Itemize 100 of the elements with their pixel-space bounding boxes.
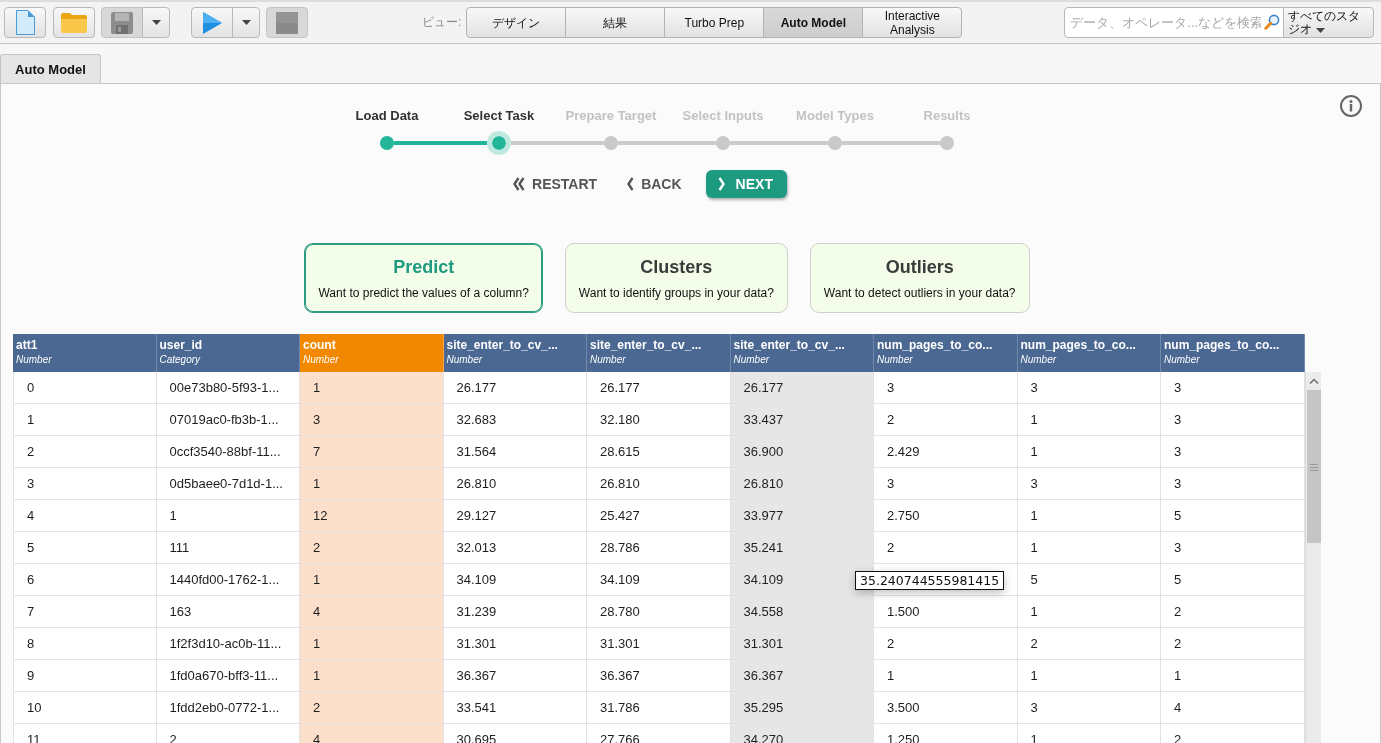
table-cell: 2	[874, 628, 1018, 660]
column-name: att1	[16, 337, 38, 353]
step-label: Select Inputs	[681, 107, 765, 125]
view-tab[interactable]: 結果	[565, 7, 666, 38]
step-label: Load Data	[354, 107, 420, 125]
table-cell: 1440fd00-1762-1...	[156, 564, 300, 596]
step-dot-icon[interactable]	[716, 136, 730, 150]
table-cell: 26.177	[730, 372, 874, 404]
table-cell: 36.367	[587, 660, 731, 692]
table-cell: 2.429	[874, 436, 1018, 468]
task-description: Want to identify groups in your data?	[578, 285, 774, 301]
column-header[interactable]: num_pages_to_co... Number	[874, 334, 1018, 372]
column-type: Number	[1020, 353, 1057, 366]
task-title: Clusters	[640, 255, 713, 278]
table-cell: 33.541	[443, 692, 587, 724]
info-icon[interactable]	[1340, 95, 1362, 117]
scrollbar[interactable]	[1305, 372, 1321, 743]
table-cell: 35.295	[730, 692, 874, 724]
step-dot-icon[interactable]	[828, 136, 842, 150]
column-header[interactable]: site_enter_to_cv_... Number	[730, 334, 874, 372]
table-cell: 4	[1161, 692, 1305, 724]
document-icon	[15, 10, 35, 35]
table-cell: 1.500	[874, 596, 1018, 628]
task-card[interactable]: Predict Want to predict the values of a column?	[304, 243, 543, 313]
table-cell: 31.239	[443, 596, 587, 628]
task-description: Want to detect outliers in your data?	[823, 285, 1016, 301]
column-type: Number	[877, 353, 913, 366]
table-cell: 1	[300, 372, 444, 404]
step-dot-icon[interactable]	[940, 136, 954, 150]
table-cell: 00e73b80-5f93-1...	[156, 372, 300, 404]
caret-icon	[151, 20, 161, 25]
column-name: site_enter_to_cv_...	[733, 337, 845, 353]
table-cell: 34.109	[443, 564, 587, 596]
step-dot-icon[interactable]	[380, 136, 394, 150]
column-name: site_enter_to_cv_...	[590, 337, 702, 353]
view-tab[interactable]: Interactive Analysis	[862, 7, 963, 38]
column-type: Category	[159, 353, 201, 366]
column-header[interactable]: site_enter_to_cv_... Number	[443, 334, 587, 372]
scrollbar-thumb[interactable]	[1306, 390, 1321, 543]
table-cell: 3	[1161, 372, 1305, 404]
table-cell: 33.437	[730, 404, 874, 436]
table-cell: 2	[1017, 628, 1161, 660]
view-tab[interactable]: Auto Model	[763, 7, 864, 38]
column-type: Number	[590, 353, 626, 366]
step-dot-icon[interactable]	[487, 131, 511, 155]
table-cell: 5	[1161, 500, 1305, 532]
task-title: Predict	[393, 255, 455, 278]
table-cell: 26.177	[443, 372, 587, 404]
column-header[interactable]: att1 Number	[13, 334, 157, 372]
chevron-up-icon[interactable]	[1308, 378, 1319, 384]
table-cell: 2	[874, 532, 1018, 564]
table-cell: 1	[1017, 500, 1161, 532]
new-button[interactable]	[4, 7, 46, 38]
column-header[interactable]: num_pages_to_co... Number	[1017, 334, 1161, 372]
table-cell: 36.367	[730, 660, 874, 692]
column-type: Number	[16, 353, 52, 366]
table-cell: 28.780	[587, 596, 731, 628]
table-cell: 6	[13, 564, 157, 596]
table-cell: 3	[1017, 372, 1161, 404]
next-button[interactable]: NEXT	[705, 170, 787, 198]
table-cell: 2.750	[874, 500, 1018, 532]
open-button[interactable]	[53, 7, 95, 38]
caret-icon	[1315, 27, 1325, 33]
document-tab[interactable]: Auto Model	[0, 54, 101, 83]
table-cell: 31.301	[730, 628, 874, 660]
scope-dropdown[interactable]: すべてのスタジオ	[1283, 7, 1375, 38]
table-cell: 1	[1017, 596, 1161, 628]
table-cell: 1	[300, 468, 444, 500]
table-cell: 3	[1017, 468, 1161, 500]
view-tab[interactable]: Turbo Prep	[664, 7, 765, 38]
column-type: Number	[1164, 353, 1200, 366]
restart-button[interactable]: RESTART	[513, 170, 598, 198]
folder-icon	[61, 12, 87, 33]
table-cell: 8	[13, 628, 157, 660]
run-button[interactable]	[191, 7, 233, 38]
table-cell: 3	[1161, 532, 1305, 564]
table-cell: 1	[300, 660, 444, 692]
table-cell: 7	[300, 436, 444, 468]
back-button[interactable]: BACK	[627, 170, 682, 198]
table-cell: 5	[13, 532, 157, 564]
step-dot-icon[interactable]	[604, 136, 618, 150]
task-card[interactable]: Clusters Want to identify groups in your data?	[564, 243, 788, 313]
column-header[interactable]: site_enter_to_cv_... Number	[587, 334, 731, 372]
table-cell: 0	[13, 372, 157, 404]
view-tab[interactable]: デザイン	[466, 7, 567, 38]
column-header[interactable]: user_id Category	[156, 334, 300, 372]
search-icon[interactable]	[1264, 14, 1281, 30]
dropdown-button[interactable]	[232, 7, 260, 38]
chevron-right-icon	[717, 177, 725, 191]
table-cell: 163	[156, 596, 300, 628]
table-cell: 7	[13, 596, 157, 628]
column-header[interactable]: num_pages_to_co... Number	[1161, 334, 1305, 372]
table-cell: 3	[1161, 404, 1305, 436]
table-cell: 1	[300, 564, 444, 596]
step-label: Results	[922, 107, 972, 125]
table-cell: 32.683	[443, 404, 587, 436]
table-cell: 32.013	[443, 532, 587, 564]
table-cell: 26.177	[587, 372, 731, 404]
task-card[interactable]: Outliers Want to detect outliers in your data?	[809, 243, 1030, 313]
table-cell: 3	[874, 468, 1018, 500]
